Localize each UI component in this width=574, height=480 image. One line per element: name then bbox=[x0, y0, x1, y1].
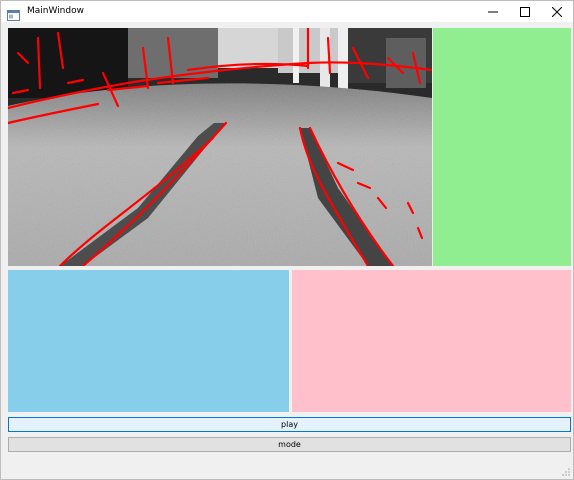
blue-panel bbox=[8, 270, 289, 412]
maximize-button[interactable] bbox=[509, 1, 541, 22]
maximize-icon bbox=[520, 6, 530, 17]
window-title: MainWindow bbox=[27, 6, 84, 16]
mode-button[interactable]: mode bbox=[8, 437, 571, 452]
window-controls bbox=[477, 1, 573, 22]
camera-image bbox=[8, 28, 432, 266]
camera-view bbox=[8, 28, 432, 266]
play-button[interactable]: play bbox=[8, 417, 571, 432]
pink-panel bbox=[292, 270, 571, 412]
window-app-icon bbox=[7, 6, 20, 21]
minimize-button[interactable] bbox=[477, 1, 509, 22]
close-button[interactable] bbox=[541, 1, 573, 22]
resize-grip-icon[interactable] bbox=[561, 467, 571, 477]
close-icon bbox=[552, 6, 562, 17]
main-window: MainWindow play mode bbox=[0, 0, 574, 480]
minimize-icon bbox=[488, 11, 498, 12]
green-panel bbox=[433, 28, 571, 266]
title-bar[interactable]: MainWindow bbox=[1, 1, 573, 22]
